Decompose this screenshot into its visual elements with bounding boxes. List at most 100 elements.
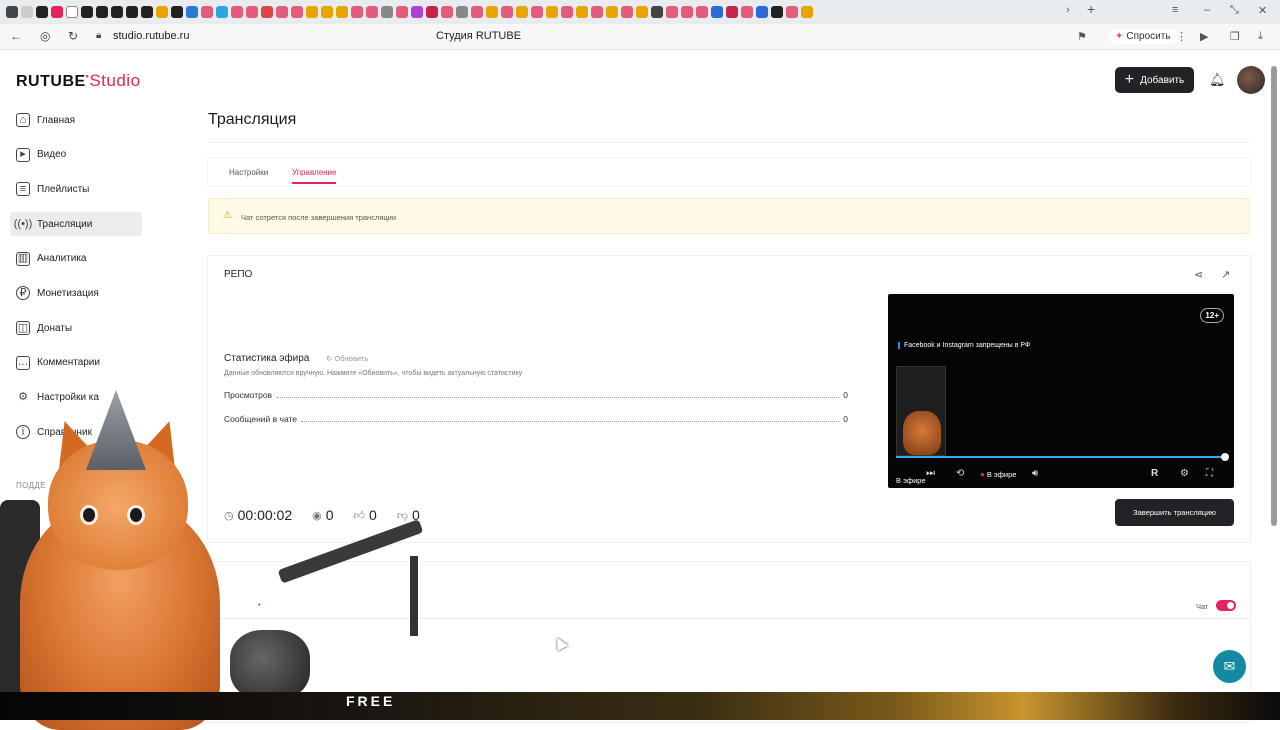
tab-icon[interactable] xyxy=(561,6,573,18)
tab-icon[interactable] xyxy=(741,6,753,18)
tab-icon[interactable] xyxy=(81,6,93,18)
collections-icon[interactable]: ❐ xyxy=(1230,30,1240,43)
fullscreen-icon[interactable]: ⛶ xyxy=(1206,468,1213,479)
tab-icon[interactable] xyxy=(276,6,288,18)
page-scrollbar[interactable] xyxy=(1271,66,1277,526)
tab-icon[interactable] xyxy=(66,6,78,18)
refresh-button[interactable]: ↻ Обновить xyxy=(326,354,368,363)
url-field[interactable]: studio.rutube.ru xyxy=(113,30,189,42)
tab-icon[interactable] xyxy=(591,6,603,18)
bell-icon[interactable]: 🔔︎ xyxy=(1209,72,1226,88)
restore-icon[interactable]: ⤡ xyxy=(1230,4,1239,17)
sidebar-item-playlists[interactable]: ≡ Плейлисты xyxy=(10,177,142,201)
skip-icon[interactable]: ⏭ xyxy=(926,468,935,479)
player-settings-icon[interactable]: ⚙ xyxy=(1180,468,1189,479)
external-link-icon[interactable]: ↗ xyxy=(1221,268,1230,281)
tab-icon[interactable] xyxy=(396,6,408,18)
tab-icon[interactable] xyxy=(201,6,213,18)
tab-icon[interactable] xyxy=(756,6,768,18)
tab-icon[interactable] xyxy=(456,6,468,18)
download-icon[interactable]: ⤓ xyxy=(1258,30,1263,43)
tab-icon[interactable] xyxy=(771,6,783,18)
more-icon[interactable]: ⋮ xyxy=(1176,30,1187,43)
progress-knob[interactable] xyxy=(1221,453,1229,461)
tab-icon[interactable] xyxy=(546,6,558,18)
tab-icon[interactable] xyxy=(126,6,138,18)
bookmark-icon[interactable]: ⚑ xyxy=(1077,30,1087,43)
volume-icon[interactable]: 🔊︎ xyxy=(1032,468,1038,479)
tab-icon[interactable] xyxy=(606,6,618,18)
tab-icon[interactable] xyxy=(111,6,123,18)
tabs-scroll-right-icon[interactable]: › xyxy=(1066,4,1070,16)
tab-icon[interactable] xyxy=(366,6,378,18)
chat-toggle[interactable] xyxy=(1216,600,1236,611)
tab-icon[interactable] xyxy=(801,6,813,18)
rewind-10-icon[interactable]: ⟲ xyxy=(956,468,964,479)
back-icon[interactable]: ← xyxy=(10,29,22,43)
new-tab-icon[interactable]: + xyxy=(1087,1,1095,17)
tab-icon[interactable] xyxy=(501,6,513,18)
tab-icon[interactable] xyxy=(681,6,693,18)
tab-icon[interactable] xyxy=(621,6,633,18)
sidebar-item-monetization[interactable]: ₽ Монетизация xyxy=(10,281,142,305)
player-progress-bar[interactable] xyxy=(896,453,1229,461)
media-icon[interactable]: ▶ xyxy=(1200,30,1208,43)
tab-icon[interactable] xyxy=(666,6,678,18)
minimize-icon[interactable]: – xyxy=(1204,4,1210,16)
add-button[interactable]: + Добавить xyxy=(1115,67,1194,93)
tab-icon[interactable] xyxy=(726,6,738,18)
tab-icon[interactable] xyxy=(711,6,723,18)
avatar[interactable] xyxy=(1237,66,1265,94)
tab-icon[interactable] xyxy=(186,6,198,18)
tab-icon[interactable] xyxy=(216,6,228,18)
sidebar-item-home[interactable]: ⌂ Главная xyxy=(10,108,142,132)
tab-icon[interactable] xyxy=(516,6,528,18)
tab-icon[interactable] xyxy=(576,6,588,18)
video-player[interactable]: 12+ Facebook и Instagram запрещены в РФ … xyxy=(888,294,1234,488)
tab-icon[interactable] xyxy=(321,6,333,18)
end-broadcast-button[interactable]: Завершить трансляцию xyxy=(1115,499,1234,526)
tab-icon[interactable] xyxy=(486,6,498,18)
tab-icon[interactable] xyxy=(636,6,648,18)
tab-icon[interactable] xyxy=(426,6,438,18)
tab-icon[interactable] xyxy=(51,6,63,18)
tab-icon[interactable] xyxy=(786,6,798,18)
tab-icon[interactable] xyxy=(21,6,33,18)
tab-icon[interactable] xyxy=(231,6,243,18)
rutube-studio-logo[interactable]: RUTUBE•Studio xyxy=(16,71,141,91)
tab-settings[interactable]: Настройки xyxy=(229,168,268,177)
tab-icon[interactable] xyxy=(246,6,258,18)
tab-icon[interactable] xyxy=(291,6,303,18)
sidebar-item-comments[interactable]: … Комментарии xyxy=(10,351,142,375)
tab-icon[interactable] xyxy=(306,6,318,18)
tab-icon[interactable] xyxy=(531,6,543,18)
tab-icon[interactable] xyxy=(6,6,18,18)
tab-icon[interactable] xyxy=(171,6,183,18)
sidebar-item-broadcasts[interactable]: ((•)) Трансляции xyxy=(10,212,142,237)
share-icon[interactable]: ⋖ xyxy=(1194,268,1203,281)
tab-icon[interactable] xyxy=(36,6,48,18)
close-window-icon[interactable]: ✕ xyxy=(1258,4,1267,17)
sidebar-item-analytics[interactable]: ▥ Аналитика xyxy=(10,247,142,271)
support-chat-button[interactable]: ✉ xyxy=(1213,650,1246,683)
tab-icon[interactable] xyxy=(351,6,363,18)
tab-icon[interactable] xyxy=(261,6,273,18)
tab-icon[interactable] xyxy=(381,6,393,18)
sidebar-item-donations[interactable]: ◫ Донаты xyxy=(10,316,142,340)
sidebar-item-video[interactable]: ▸ Видео xyxy=(10,143,142,167)
tab-icon[interactable] xyxy=(336,6,348,18)
tab-icon[interactable] xyxy=(651,6,663,18)
reload-icon[interactable]: ↻ xyxy=(68,29,78,43)
tab-icon[interactable] xyxy=(441,6,453,18)
tab-icon[interactable] xyxy=(156,6,168,18)
tab-management[interactable]: Управление xyxy=(292,168,337,184)
rutube-r-icon[interactable]: R xyxy=(1151,468,1158,479)
tab-icon[interactable] xyxy=(141,6,153,18)
tab-icon[interactable] xyxy=(411,6,423,18)
ask-button[interactable]: ✦ Спросить xyxy=(1108,29,1178,44)
tab-icon[interactable] xyxy=(696,6,708,18)
shield-icon[interactable]: ◎ xyxy=(40,29,50,43)
tab-icon[interactable] xyxy=(96,6,108,18)
menu-icon[interactable]: ≡ xyxy=(1172,4,1178,16)
tab-icon[interactable] xyxy=(471,6,483,18)
